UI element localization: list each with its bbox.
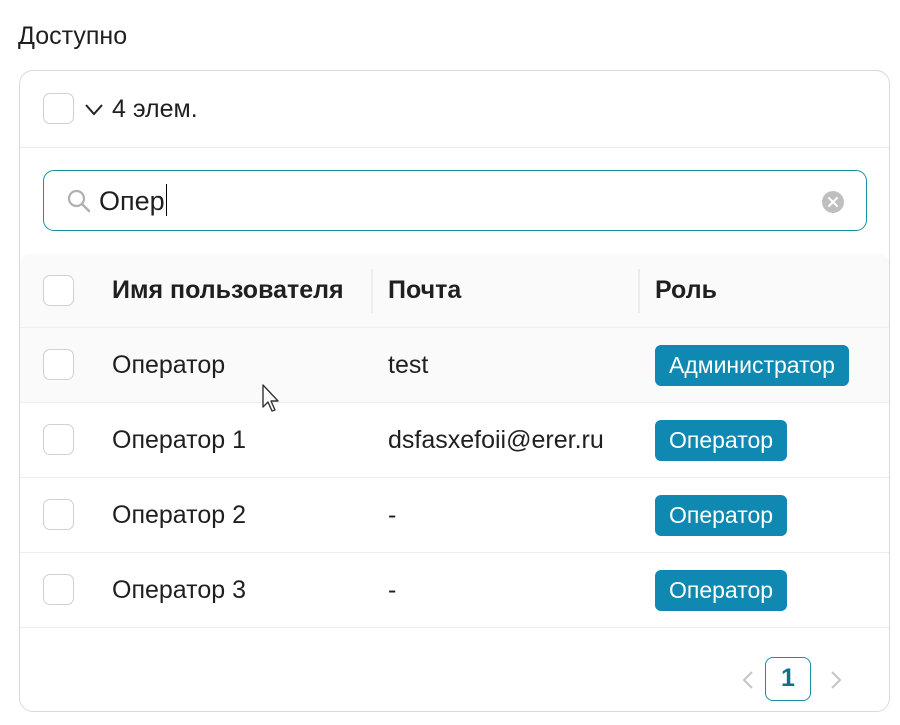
pagination: 1 (738, 657, 868, 701)
cell-email: - (388, 576, 397, 604)
row-checkbox[interactable] (43, 424, 74, 455)
cell-email: - (388, 501, 397, 529)
table-row[interactable]: Оператор test Администратор (20, 328, 889, 403)
chevron-right-icon[interactable] (826, 669, 846, 691)
users-table: Имя пользователя Почта Роль Оператор tes… (20, 254, 889, 628)
column-divider (638, 269, 640, 313)
panel-header: 4 элем. (20, 71, 889, 148)
row-checkbox[interactable] (43, 349, 74, 380)
column-header-username[interactable]: Имя пользователя (112, 274, 344, 306)
table-select-all-checkbox[interactable] (43, 275, 74, 306)
clear-icon[interactable] (821, 190, 845, 214)
chevron-left-icon[interactable] (738, 669, 758, 691)
table-header: Имя пользователя Почта Роль (20, 254, 889, 328)
column-divider (371, 269, 373, 313)
cell-username: Оператор 1 (112, 426, 246, 454)
chevron-down-icon[interactable] (83, 98, 105, 120)
table-row[interactable]: Оператор 1 dsfasxefoii@erer.ru Оператор (20, 403, 889, 478)
transfer-panel: 4 элем. Опер Имя пользователя Почта Роль… (19, 70, 890, 712)
cell-email: test (388, 351, 429, 379)
select-all-checkbox[interactable] (43, 93, 74, 124)
row-checkbox[interactable] (43, 574, 74, 605)
cell-username: Оператор 3 (112, 576, 246, 604)
cell-email: dsfasxefoii@erer.ru (388, 426, 604, 454)
text-caret (165, 184, 168, 216)
page-button-current[interactable]: 1 (765, 657, 811, 701)
table-row[interactable]: Оператор 3 - Оператор (20, 553, 889, 628)
search-icon (67, 189, 91, 213)
item-count: 4 элем. (112, 95, 198, 123)
section-title: Доступно (18, 22, 128, 50)
search-value: Опер (99, 184, 168, 218)
role-badge: Оператор (655, 495, 788, 536)
search-input[interactable]: Опер (43, 170, 867, 231)
row-checkbox[interactable] (43, 499, 74, 530)
cell-username: Оператор 2 (112, 501, 246, 529)
column-header-role[interactable]: Роль (655, 274, 717, 306)
role-badge: Оператор (655, 570, 788, 611)
table-row[interactable]: Оператор 2 - Оператор (20, 478, 889, 553)
role-badge: Администратор (655, 345, 849, 386)
role-badge: Оператор (655, 420, 788, 461)
cell-username: Оператор (112, 351, 226, 379)
column-header-email[interactable]: Почта (388, 274, 461, 306)
